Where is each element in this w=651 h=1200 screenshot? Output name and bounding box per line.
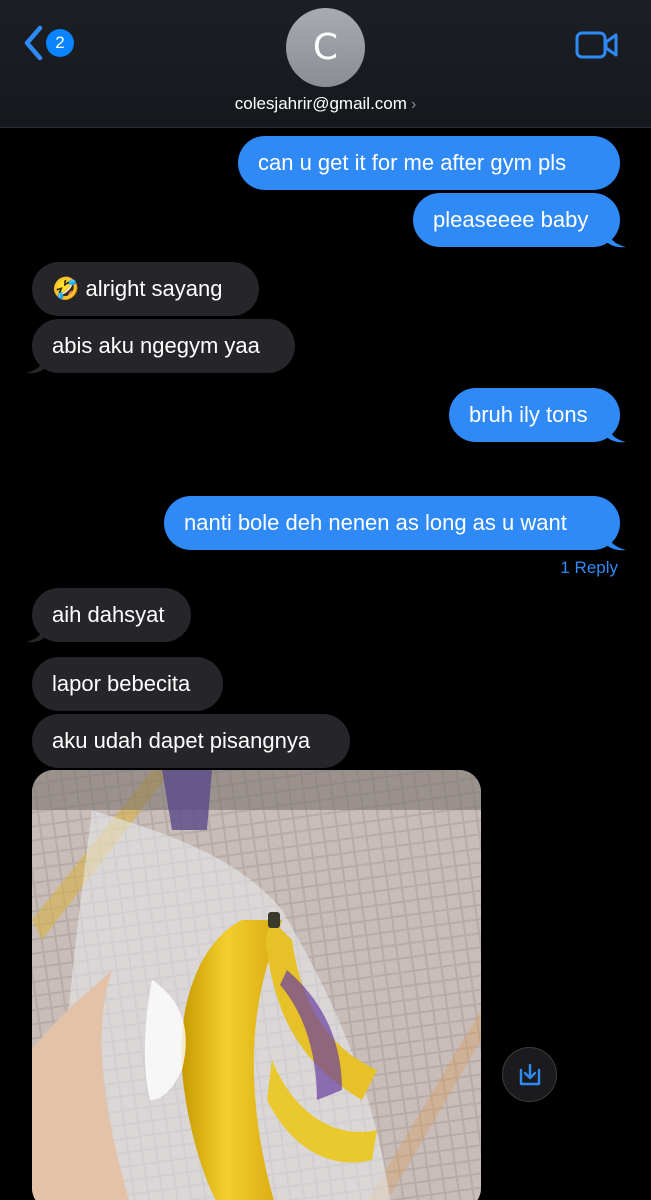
contact-avatar[interactable]: C (286, 8, 365, 87)
message-text: abis aku ngegym yaa (52, 333, 260, 358)
message-text: bruh ily tons (469, 402, 588, 427)
message-text: 🤣 alright sayang (52, 276, 223, 301)
save-download-icon (519, 1063, 540, 1085)
bubble-tail (606, 226, 626, 248)
contact-name-button[interactable]: colesjahrir@gmail.com › (0, 94, 651, 114)
message-text: lapor bebecita (52, 671, 191, 696)
back-button[interactable]: 2 (22, 24, 74, 62)
message-text: pleaseeee baby (433, 207, 589, 232)
reply-thread-link[interactable]: 1 Reply (560, 558, 618, 578)
bubble-tail (606, 421, 626, 443)
bubble-tail (26, 621, 46, 643)
bubble-tail (26, 352, 46, 374)
message-bubble-outgoing[interactable]: bruh ily tons (449, 388, 620, 442)
message-bubble-incoming[interactable]: abis aku ngegym yaa (32, 319, 295, 373)
message-bubble-outgoing[interactable]: can u get it for me after gym pls (238, 136, 620, 190)
unread-count-badge: 2 (46, 29, 74, 57)
conversation-header: 2 C colesjahrir@gmail.com › (0, 0, 651, 128)
chevron-right-icon: › (410, 96, 417, 113)
message-bubble-incoming[interactable]: lapor bebecita (32, 657, 223, 711)
message-text: can u get it for me after gym pls (258, 150, 567, 175)
banana-photo (32, 770, 481, 1200)
bubble-tail (606, 529, 626, 551)
message-text: aih dahsyat (52, 602, 165, 627)
message-bubble-incoming[interactable]: aih dahsyat (32, 588, 191, 642)
message-bubble-outgoing[interactable]: nanti bole deh nenen as long as u want (164, 496, 620, 550)
save-photo-button[interactable] (502, 1047, 557, 1102)
facetime-button[interactable] (575, 30, 619, 65)
chevron-left-icon (24, 25, 43, 61)
contact-name: colesjahrir@gmail.com (234, 94, 407, 113)
video-camera-icon (575, 31, 618, 59)
photo-attachment[interactable] (32, 770, 481, 1200)
message-text: aku udah dapet pisangnya (52, 728, 311, 753)
message-text: nanti bole deh nenen as long as u want (184, 510, 567, 535)
message-bubble-incoming[interactable]: aku udah dapet pisangnya (32, 714, 350, 768)
message-bubble-outgoing[interactable]: pleaseeee baby (413, 193, 620, 247)
message-bubble-incoming[interactable]: 🤣 alright sayang (32, 262, 259, 316)
